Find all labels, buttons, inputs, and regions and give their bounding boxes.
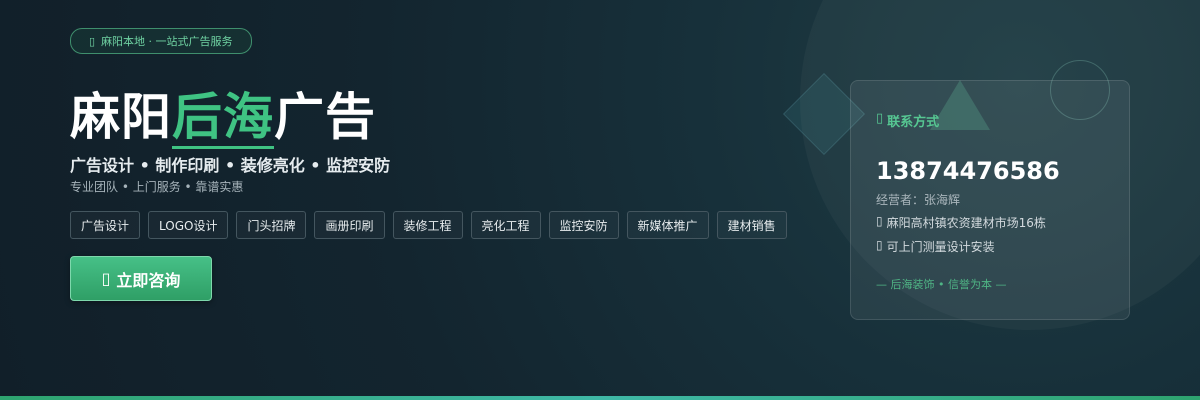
location-tag-text: 麻阳本地 · 一站式广告服务 bbox=[101, 35, 233, 48]
consult-button[interactable]: ▯ 立即咨询 bbox=[70, 256, 212, 301]
map-marker-icon: ▯ bbox=[876, 214, 883, 228]
title-part2: 广告 bbox=[274, 88, 376, 146]
chip-new-media[interactable]: 新媒体推广 bbox=[626, 211, 709, 239]
hero-banner: ▯ 麻阳本地 · 一站式广告服务 麻阳后海广告 广告设计 • 制作印刷 • 装修… bbox=[0, 0, 1200, 400]
operator-name: 经营者：张海辉 bbox=[876, 193, 961, 207]
contact-icon: ▯ bbox=[876, 111, 884, 126]
contact-heading: ▯ 联系方式 bbox=[876, 111, 939, 130]
chip-storefront-signs[interactable]: 门头招牌 bbox=[236, 211, 307, 239]
title-part1: 麻阳 bbox=[70, 88, 172, 146]
service-note-text: 可上门测量设计安装 bbox=[886, 240, 995, 254]
chip-surveillance[interactable]: 监控安防 bbox=[548, 211, 619, 239]
contact-heading-text: 联系方式 bbox=[887, 115, 940, 130]
chip-logo-design[interactable]: LOGO设计 bbox=[148, 211, 229, 239]
check-icon: ▯ bbox=[876, 238, 883, 252]
chip-brochure-printing[interactable]: 画册印刷 bbox=[314, 211, 385, 239]
chip-decoration[interactable]: 装修工程 bbox=[392, 211, 463, 239]
page-title: 麻阳后海广告 bbox=[70, 86, 376, 149]
address-line: ▯ 麻阳高村镇农资建材市场16栋 bbox=[876, 214, 1046, 231]
service-note-line: ▯ 可上门测量设计安装 bbox=[876, 238, 995, 255]
consult-button-label: 立即咨询 bbox=[116, 270, 181, 290]
chip-building-materials[interactable]: 建材销售 bbox=[716, 211, 787, 239]
chip-lighting[interactable]: 亮化工程 bbox=[470, 211, 541, 239]
bottom-accent-bar bbox=[0, 396, 1200, 400]
address-text: 麻阳高村镇农资建材市场16栋 bbox=[886, 216, 1046, 230]
sub-line: 专业团队 • 上门服务 • 靠谱实惠 bbox=[70, 180, 244, 194]
chip-ad-design[interactable]: 广告设计 bbox=[70, 211, 141, 239]
title-highlight: 后海 bbox=[172, 88, 274, 149]
phone-number[interactable]: 13874476586 bbox=[876, 157, 1060, 185]
location-tag: ▯ 麻阳本地 · 一站式广告服务 bbox=[70, 28, 252, 54]
slogan: — 后海装饰 • 信誉为本 — bbox=[876, 278, 1007, 291]
service-chips: 广告设计 LOGO设计 门头招牌 画册印刷 装修工程 亮化工程 监控安防 新媒体… bbox=[70, 211, 787, 239]
location-pin-icon: ▯ bbox=[89, 34, 96, 48]
phone-icon: ▯ bbox=[101, 269, 111, 288]
contact-card: ▯ 联系方式 13874476586 经营者：张海辉 ▯ 麻阳高村镇农资建材市场… bbox=[850, 80, 1130, 320]
services-line: 广告设计 • 制作印刷 • 装修亮化 • 监控安防 bbox=[70, 156, 391, 175]
